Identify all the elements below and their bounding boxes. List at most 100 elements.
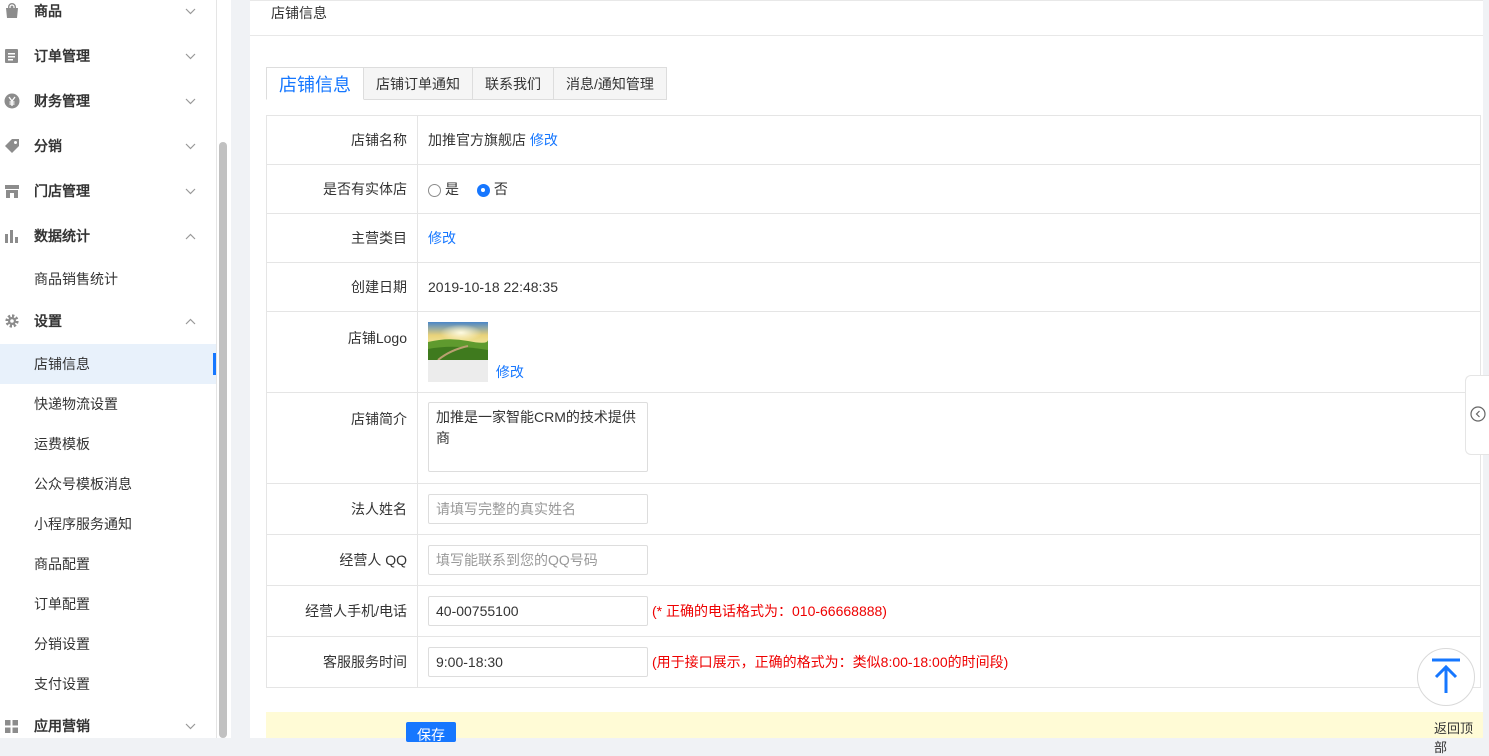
qq-input[interactable] [428,545,648,575]
field-value: 修改 [417,213,1481,263]
chevron-down-icon [184,5,196,17]
sidebar-group-label: 数据统计 [34,228,90,244]
breadcrumb-bar: 店铺信息 [250,0,1483,36]
field-value [417,534,1481,586]
sidebar-item-label: 运费模板 [34,436,90,452]
sidebar-group-label: 财务管理 [34,93,90,109]
sidebar-group-label: 应用营销 [34,718,90,734]
sidebar-item-miniprogram-notice[interactable]: 小程序服务通知 [0,504,216,544]
field-label: 创建日期 [266,262,418,312]
tab-bar: 店铺信息 店铺订单通知 联系我们 消息/通知管理 [266,67,667,100]
field-value: (用于接口展示，正确的格式为：类似8:00-18:00的时间段) [417,636,1481,688]
save-button[interactable]: 保存 [406,722,456,743]
sidebar-item-goods-config[interactable]: 商品配置 [0,544,216,584]
sidebar-item-label: 分销设置 [34,636,90,652]
bar-chart-icon [3,228,20,245]
grid-icon [3,718,20,735]
sidebar-item-label: 商品配置 [34,556,90,572]
field-label: 客服服务时间 [266,636,418,688]
field-value: 加推官方旗舰店 修改 [417,115,1481,165]
store-logo-image [428,322,488,382]
store-name-value: 加推官方旗舰店 [428,132,526,148]
chevron-down-icon [184,720,196,732]
chevron-down-icon [184,185,196,197]
field-value: (* 正确的电话格式为：010-66668888) [417,585,1481,637]
sidebar: 商品 订单管理 财务管理 分销 门店管理 数据统计 商品销售统计 设置 店铺信息… [0,0,216,738]
back-to-top-link[interactable]: 返回顶部 [1434,718,1483,756]
form-row-logo: 店铺Logo 修改 [266,311,1481,393]
store-info-form: 店铺名称 加推官方旗舰店 修改 是否有实体店 是 否 主营类目 修改 创建日期 … [266,115,1481,688]
radio-yes-label: 是 [445,181,459,197]
store-icon [3,183,20,200]
service-time-hint: (用于接口展示，正确的格式为：类似8:00-18:00的时间段) [652,654,1009,670]
sidebar-scrollbar-thumb[interactable] [219,142,227,738]
field-label: 经营人 QQ [266,534,418,586]
gear-icon [3,313,20,330]
field-value: 是 否 [417,164,1481,214]
sidebar-item-label: 订单配置 [34,596,90,612]
tab-message-notice[interactable]: 消息/通知管理 [554,67,667,100]
field-label: 店铺名称 [266,115,418,165]
chevron-down-icon [184,50,196,62]
tab-store-order-notice[interactable]: 店铺订单通知 [364,67,473,100]
sidebar-item-label: 支付设置 [34,676,90,692]
chevron-down-icon [184,140,196,152]
field-label: 店铺Logo [266,311,418,393]
edit-store-name-link[interactable]: 修改 [530,132,558,148]
radio-no-label: 否 [493,181,508,197]
form-row-store-name: 店铺名称 加推官方旗舰店 修改 [266,115,1481,165]
sidebar-item-express-logistics[interactable]: 快递物流设置 [0,384,216,424]
edit-category-link[interactable]: 修改 [428,230,456,246]
sidebar-group-settings[interactable]: 设置 [0,301,216,341]
tag-icon [3,138,20,155]
form-row-legal-name: 法人姓名 [266,483,1481,535]
field-label: 经营人手机/电话 [266,585,418,637]
sidebar-group-label: 分销 [34,138,62,154]
sidebar-group-statistics[interactable]: 数据统计 [0,216,216,256]
sidebar-item-official-account-msg[interactable]: 公众号模板消息 [0,464,216,504]
sidebar-group-stores[interactable]: 门店管理 [0,171,216,211]
sidebar-item-store-info[interactable]: 店铺信息 [0,344,216,384]
collapse-panel-button[interactable] [1465,375,1489,455]
sidebar-group-label: 订单管理 [34,48,90,64]
phone-format-hint: (* 正确的电话格式为：010-66668888) [652,603,887,619]
field-label: 主营类目 [266,213,418,263]
legal-name-input[interactable] [428,494,648,524]
sidebar-group-goods[interactable]: 商品 [0,0,216,31]
edit-logo-link[interactable]: 修改 [496,364,524,380]
form-row-main-category: 主营类目 修改 [266,213,1481,263]
back-to-top-button[interactable] [1417,648,1475,706]
store-intro-textarea[interactable]: 加推是一家智能CRM的技术提供商 [428,401,648,472]
created-date-value: 2019-10-18 22:48:35 [417,262,1481,312]
sidebar-group-label: 设置 [34,313,62,329]
field-label: 店铺简介 [266,392,418,484]
chevron-up-icon [184,230,196,242]
sidebar-group-finance[interactable]: 财务管理 [0,81,216,121]
sidebar-item-label: 小程序服务通知 [34,516,132,532]
sidebar-item-distribution-settings[interactable]: 分销设置 [0,624,216,664]
arrow-up-icon [1429,657,1463,698]
sidebar-group-app-marketing[interactable]: 应用营销 [0,706,216,738]
service-time-input[interactable] [428,647,648,677]
sidebar-item-order-config[interactable]: 订单配置 [0,584,216,624]
radio-yes[interactable] [428,183,441,197]
sidebar-item-shipping-template[interactable]: 运费模板 [0,424,216,464]
phone-input[interactable] [428,596,648,626]
sidebar-group-orders[interactable]: 订单管理 [0,36,216,76]
field-value: 加推是一家智能CRM的技术提供商 [417,392,1481,484]
radio-no[interactable] [476,183,490,197]
sidebar-item-sales-stats[interactable]: 商品销售统计 [0,259,216,299]
form-row-phone: 经营人手机/电话 (* 正确的电话格式为：010-66668888) [266,585,1481,637]
sidebar-item-payment-settings[interactable]: 支付设置 [0,664,216,704]
form-row-created-date: 创建日期 2019-10-18 22:48:35 [266,262,1481,312]
sidebar-group-distribution[interactable]: 分销 [0,126,216,166]
tab-store-info[interactable]: 店铺信息 [266,67,364,100]
field-value [417,483,1481,535]
sidebar-item-label: 快递物流设置 [34,396,118,412]
order-list-icon [3,48,20,65]
sidebar-group-label: 门店管理 [34,183,90,199]
field-value: 修改 [417,311,1481,393]
chevron-up-icon [184,315,196,327]
sidebar-item-label: 店铺信息 [34,356,90,372]
tab-contact-us[interactable]: 联系我们 [473,67,554,100]
